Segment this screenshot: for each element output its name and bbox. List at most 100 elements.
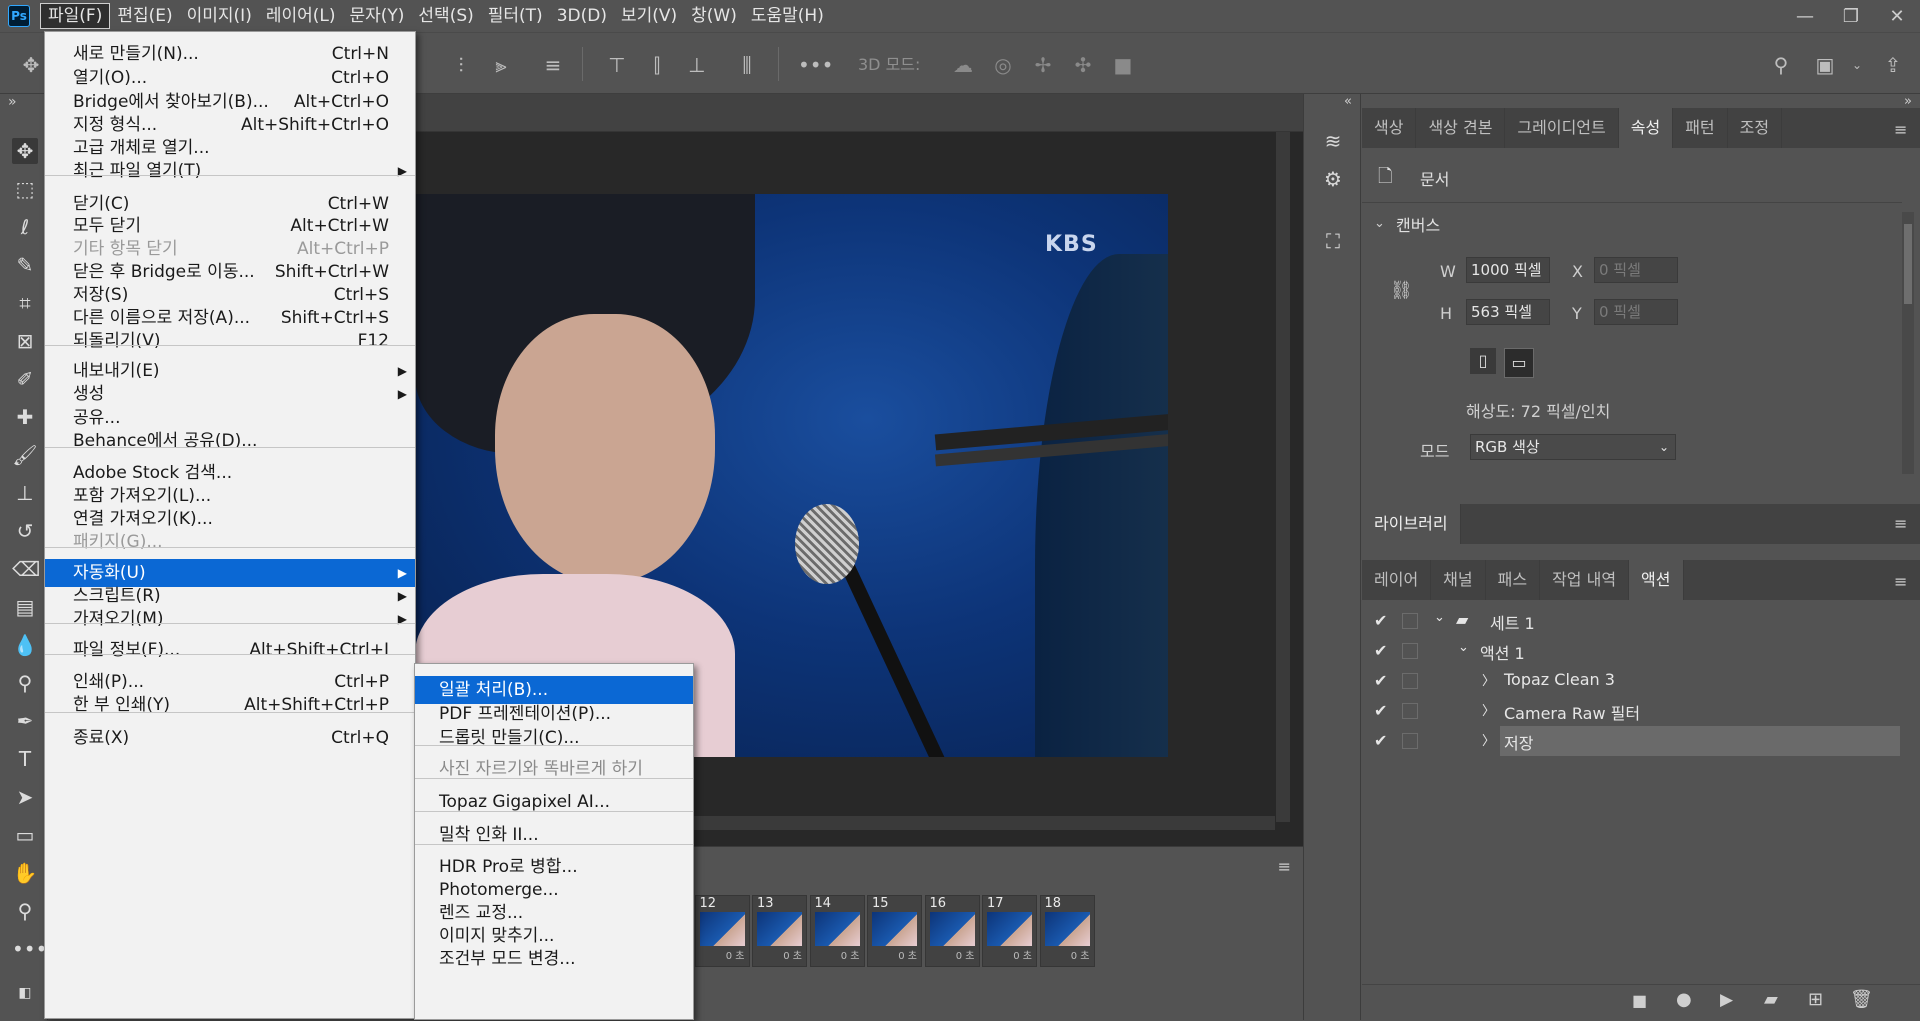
automate-submenu-item[interactable]: 조건부 모드 변경... <box>415 945 693 973</box>
chevron-right-icon[interactable]: 〉 <box>1482 730 1495 749</box>
timeline-frame[interactable]: 18 0 초 <box>1039 895 1095 967</box>
new-action-icon[interactable]: ⊞ <box>1808 989 1823 1010</box>
align-right-icon[interactable]: ⫸ <box>488 52 514 78</box>
collapse-icon[interactable]: « <box>1344 94 1352 109</box>
collapse-icon[interactable]: » <box>8 94 17 110</box>
tab-0[interactable]: 색상 <box>1362 108 1417 148</box>
menu-9[interactable]: 창(W) <box>684 3 744 29</box>
automate-submenu-item[interactable]: 드롭릿 만들기(C)... <box>415 724 693 752</box>
more-options-icon[interactable]: ••• <box>798 52 833 78</box>
workspace-icon[interactable]: ▣ <box>1812 52 1838 78</box>
eraser-tool-icon[interactable]: ⌫ <box>12 556 40 582</box>
move-tool-icon[interactable]: ✥ <box>12 138 38 164</box>
slide-3d-icon[interactable]: ✣ <box>1070 52 1096 78</box>
action-row[interactable]: ✔ 〉 Topaz Clean 3 <box>1362 666 1920 696</box>
file-menu-item[interactable]: 한 부 인쇄(Y) Alt+Shift+Ctrl+P <box>45 691 415 719</box>
dialog-toggle-box[interactable] <box>1402 613 1418 629</box>
dodge-tool-icon[interactable]: ⚲ <box>12 670 38 696</box>
frame-delay[interactable]: 0 초 <box>757 947 802 962</box>
gradient-tool-icon[interactable]: ▤ <box>12 594 38 620</box>
tab-4[interactable]: 액션 <box>1629 560 1684 600</box>
link-icon[interactable]: ⛓ <box>1390 280 1413 301</box>
action-row[interactable]: ✔ 〉 Camera Raw 필터 <box>1362 696 1920 726</box>
menu-8[interactable]: 보기(V) <box>614 3 684 29</box>
align-bottom-icon[interactable]: ⊥ <box>684 52 710 78</box>
align-top-icon[interactable]: ⊤ <box>604 52 630 78</box>
dialog-toggle-box[interactable] <box>1402 643 1418 659</box>
eyedropper-tool-icon[interactable]: ✐ <box>12 366 38 392</box>
action-row[interactable]: ✔ 〉 저장 <box>1374 726 1900 756</box>
stamp-tool-icon[interactable]: ⊥ <box>12 480 38 506</box>
folder-icon[interactable]: ▰ <box>1764 989 1778 1010</box>
share-icon[interactable]: ⇪ <box>1880 52 1906 78</box>
distribute-vertical-icon[interactable]: ⫼ <box>734 52 760 78</box>
trash-icon[interactable]: 🗑 <box>1850 989 1873 1010</box>
color-mode-select[interactable]: RGB 색상 ⌄ <box>1470 434 1676 460</box>
menu-10[interactable]: 도움말(H) <box>744 3 831 29</box>
menu-2[interactable]: 이미지(I) <box>180 3 259 29</box>
play-icon[interactable]: ▶ <box>1720 990 1733 1010</box>
menu-7[interactable]: 3D(D) <box>550 3 614 29</box>
frame-delay[interactable]: 0 초 <box>700 947 745 962</box>
tab-0[interactable]: 레이어 <box>1362 560 1432 600</box>
frame-delay[interactable]: 0 초 <box>1045 947 1090 962</box>
chevron-right-icon[interactable]: 〉 <box>1482 670 1495 689</box>
height-field[interactable]: 563 픽셀 <box>1466 299 1550 325</box>
stop-icon[interactable]: ■ <box>1632 991 1647 1010</box>
camera-3d-icon[interactable]: ■ <box>1110 52 1136 78</box>
menu-6[interactable]: 필터(T) <box>481 3 550 29</box>
timeline-frame[interactable]: 12 0 초 <box>694 895 750 967</box>
color-swatch-icon[interactable]: ◧ <box>12 980 38 1006</box>
y-field[interactable]: 0 픽셀 <box>1594 299 1678 325</box>
vertical-scrollbar[interactable] <box>1276 132 1290 822</box>
toggle-check-icon[interactable]: ✔ <box>1374 641 1394 660</box>
timeline-frame[interactable]: 17 0 초 <box>982 895 1037 967</box>
timeline-frame[interactable]: 16 0 초 <box>924 895 980 967</box>
timeline-frame[interactable]: 15 0 초 <box>867 895 922 967</box>
quick-select-tool-icon[interactable]: ✎ <box>12 252 38 278</box>
menu-5[interactable]: 선택(S) <box>411 3 480 29</box>
history-brush-tool-icon[interactable]: ↺ <box>12 518 38 544</box>
hand-tool-icon[interactable]: ✋ <box>12 860 38 886</box>
blur-tool-icon[interactable]: 💧 <box>12 632 38 658</box>
menu-4[interactable]: 문자(Y) <box>342 3 411 29</box>
x-field[interactable]: 0 픽셀 <box>1594 257 1678 283</box>
panel-menu-icon[interactable]: ≡ <box>1894 120 1910 139</box>
expand-icon[interactable]: » <box>1904 94 1912 109</box>
width-field[interactable]: 1000 픽셀 <box>1466 257 1550 283</box>
adjustments-icon[interactable]: ⚙ <box>1318 164 1348 194</box>
close-button[interactable]: ✕ <box>1874 0 1920 32</box>
panel-menu-icon[interactable]: ≡ <box>1278 857 1291 876</box>
menu-1[interactable]: 편집(E) <box>110 3 179 29</box>
restore-button[interactable]: ❐ <box>1828 0 1874 32</box>
brush-settings-icon[interactable]: ≋ <box>1318 126 1348 156</box>
file-menu-item[interactable]: 최근 파일 열기(T) ▶ <box>45 157 415 185</box>
dialog-toggle-box[interactable] <box>1402 703 1418 719</box>
healing-brush-tool-icon[interactable]: ✚ <box>12 404 38 430</box>
scrollbar-thumb[interactable] <box>1904 224 1912 304</box>
portrait-orientation-icon[interactable]: ▯ <box>1470 348 1496 374</box>
align-middle-icon[interactable]: ⫿ <box>644 52 670 78</box>
dialog-toggle-box[interactable] <box>1402 733 1418 749</box>
panel-menu-icon[interactable]: ≡ <box>1894 514 1910 533</box>
chevron-down-icon[interactable]: ⌄ <box>1844 52 1870 78</box>
path-select-tool-icon[interactable]: ➤ <box>12 784 38 810</box>
landscape-orientation-icon[interactable]: ▭ <box>1504 348 1534 378</box>
file-menu-item[interactable]: 종료(X) Ctrl+Q <box>45 724 415 752</box>
frame-delay[interactable]: 0 초 <box>987 947 1032 962</box>
crop-tool-icon[interactable]: ⌗ <box>12 290 38 316</box>
roll-3d-icon[interactable]: ◎ <box>990 52 1016 78</box>
tab-2[interactable]: 그레이디언트 <box>1505 108 1619 148</box>
tab-4[interactable]: 패턴 <box>1673 108 1728 148</box>
toggle-check-icon[interactable]: ✔ <box>1374 671 1394 690</box>
tab-1[interactable]: 색상 견본 <box>1416 108 1506 148</box>
dialog-toggle-box[interactable] <box>1402 673 1418 689</box>
tab-1[interactable]: 채널 <box>1431 560 1486 600</box>
chevron-down-icon[interactable]: ⌄ <box>1458 640 1469 655</box>
panel-menu-icon[interactable]: ≡ <box>1894 572 1910 591</box>
tab-3[interactable]: 작업 내역 <box>1540 560 1630 600</box>
file-menu-item[interactable]: 파일 정보(F)... Alt+Shift+Ctrl+I <box>45 636 415 664</box>
zoom-tool-icon[interactable]: ⚲ <box>12 898 38 924</box>
orbit-3d-icon[interactable]: ☁ <box>950 52 976 78</box>
tab-5[interactable]: 조정 <box>1728 108 1783 148</box>
